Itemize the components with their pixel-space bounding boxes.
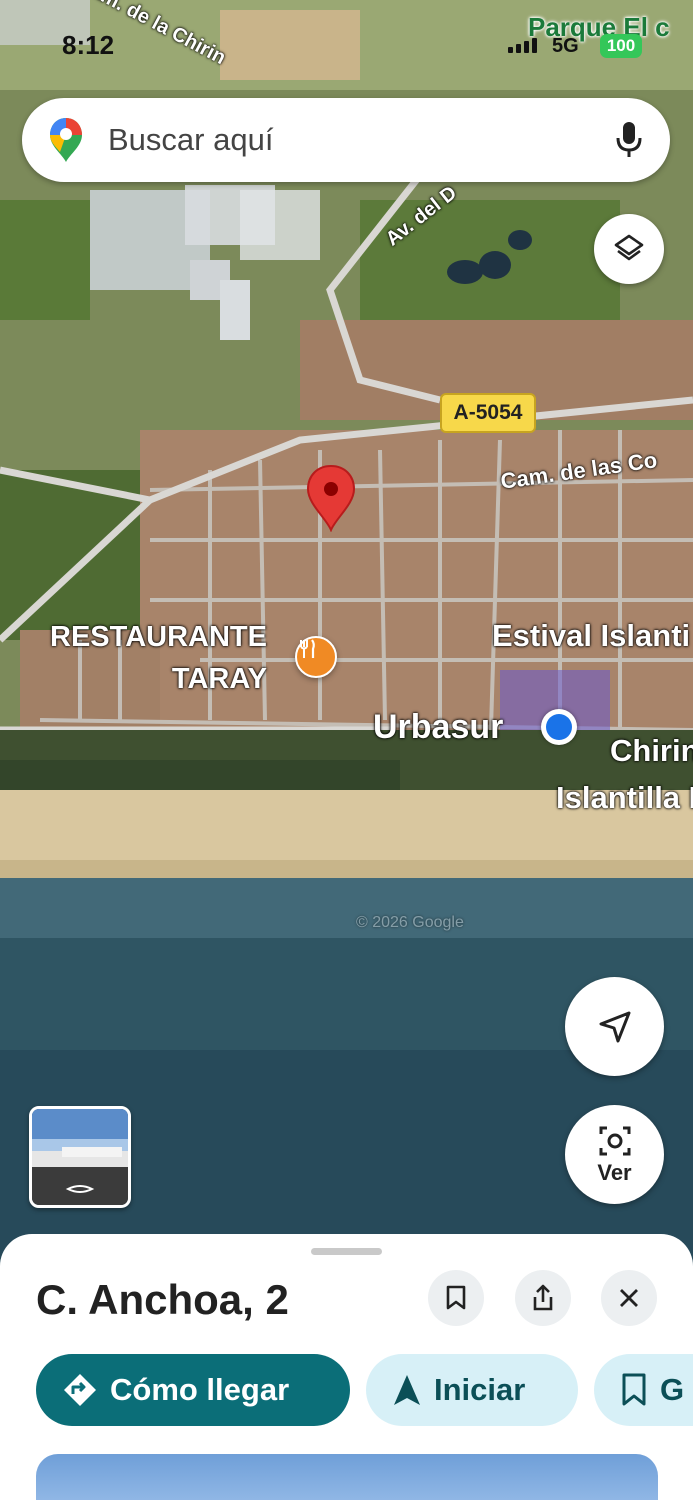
bookmark-icon	[446, 1285, 466, 1310]
share-button[interactable]	[515, 1270, 571, 1326]
restaurant-marker[interactable]	[295, 636, 337, 678]
layers-icon	[614, 234, 644, 261]
street-view-image	[32, 1109, 128, 1205]
navigation-arrow-icon	[599, 1011, 630, 1042]
status-time: 8:12	[62, 30, 115, 60]
search-input[interactable]: Buscar aquí	[108, 122, 273, 158]
map-copyright: © 2026 Google	[356, 914, 464, 931]
place-title: C. Anchoa, 2	[36, 1276, 289, 1323]
fork-knife-icon	[300, 639, 315, 658]
navigation-icon	[394, 1375, 420, 1405]
start-label: Iniciar	[434, 1372, 526, 1407]
status-bar: 8:12 5G 100	[0, 0, 693, 90]
start-navigation-button[interactable]: Iniciar	[366, 1354, 578, 1426]
street-view-thumbnail[interactable]	[29, 1106, 131, 1208]
save-chip-button[interactable]: G	[594, 1354, 693, 1426]
place-bottom-sheet[interactable]: C. Anchoa, 2 Cómo llegar Iniciar G	[0, 1234, 693, 1500]
my-location-button[interactable]	[565, 977, 664, 1076]
directions-label: Cómo llegar	[110, 1372, 290, 1407]
current-location-dot	[541, 709, 577, 745]
lens-view-button[interactable]: Ver	[565, 1105, 664, 1204]
directions-icon	[64, 1374, 96, 1406]
beach-label-1: Chirin	[610, 733, 693, 768]
restaurant-name: RESTAURANTE TARAY	[50, 621, 267, 695]
close-icon	[620, 1289, 638, 1307]
signal-icon	[508, 38, 537, 53]
layers-button[interactable]	[594, 214, 664, 284]
place-photo[interactable]	[36, 1454, 658, 1500]
sheet-drag-handle[interactable]	[311, 1248, 382, 1255]
save-place-button[interactable]	[428, 1270, 484, 1326]
location-pin-icon[interactable]	[306, 464, 356, 532]
share-icon	[533, 1284, 553, 1311]
battery-icon: 100	[600, 34, 642, 58]
save-chip-label: G	[660, 1372, 685, 1407]
network-type: 5G	[552, 35, 579, 57]
close-button[interactable]	[601, 1270, 657, 1326]
road-shield-a5054: A-5054	[440, 393, 536, 433]
maps-logo-icon	[50, 118, 82, 162]
restaurant-label[interactable]: RESTAURANTE TARAY	[50, 616, 267, 700]
microphone-icon[interactable]	[614, 120, 644, 160]
lens-view-label: Ver	[597, 1159, 632, 1185]
search-bar[interactable]: Buscar aquí	[22, 98, 670, 182]
area-label-urbasur: Urbasur	[373, 708, 504, 746]
bookmark-icon	[622, 1373, 646, 1406]
directions-button[interactable]: Cómo llegar	[36, 1354, 350, 1426]
hotel-label[interactable]: Estival Islanti	[492, 618, 690, 654]
beach-label-2: Islantilla I	[556, 780, 693, 815]
battery-level: 100	[606, 36, 636, 55]
camera-lens-icon	[599, 1126, 630, 1155]
